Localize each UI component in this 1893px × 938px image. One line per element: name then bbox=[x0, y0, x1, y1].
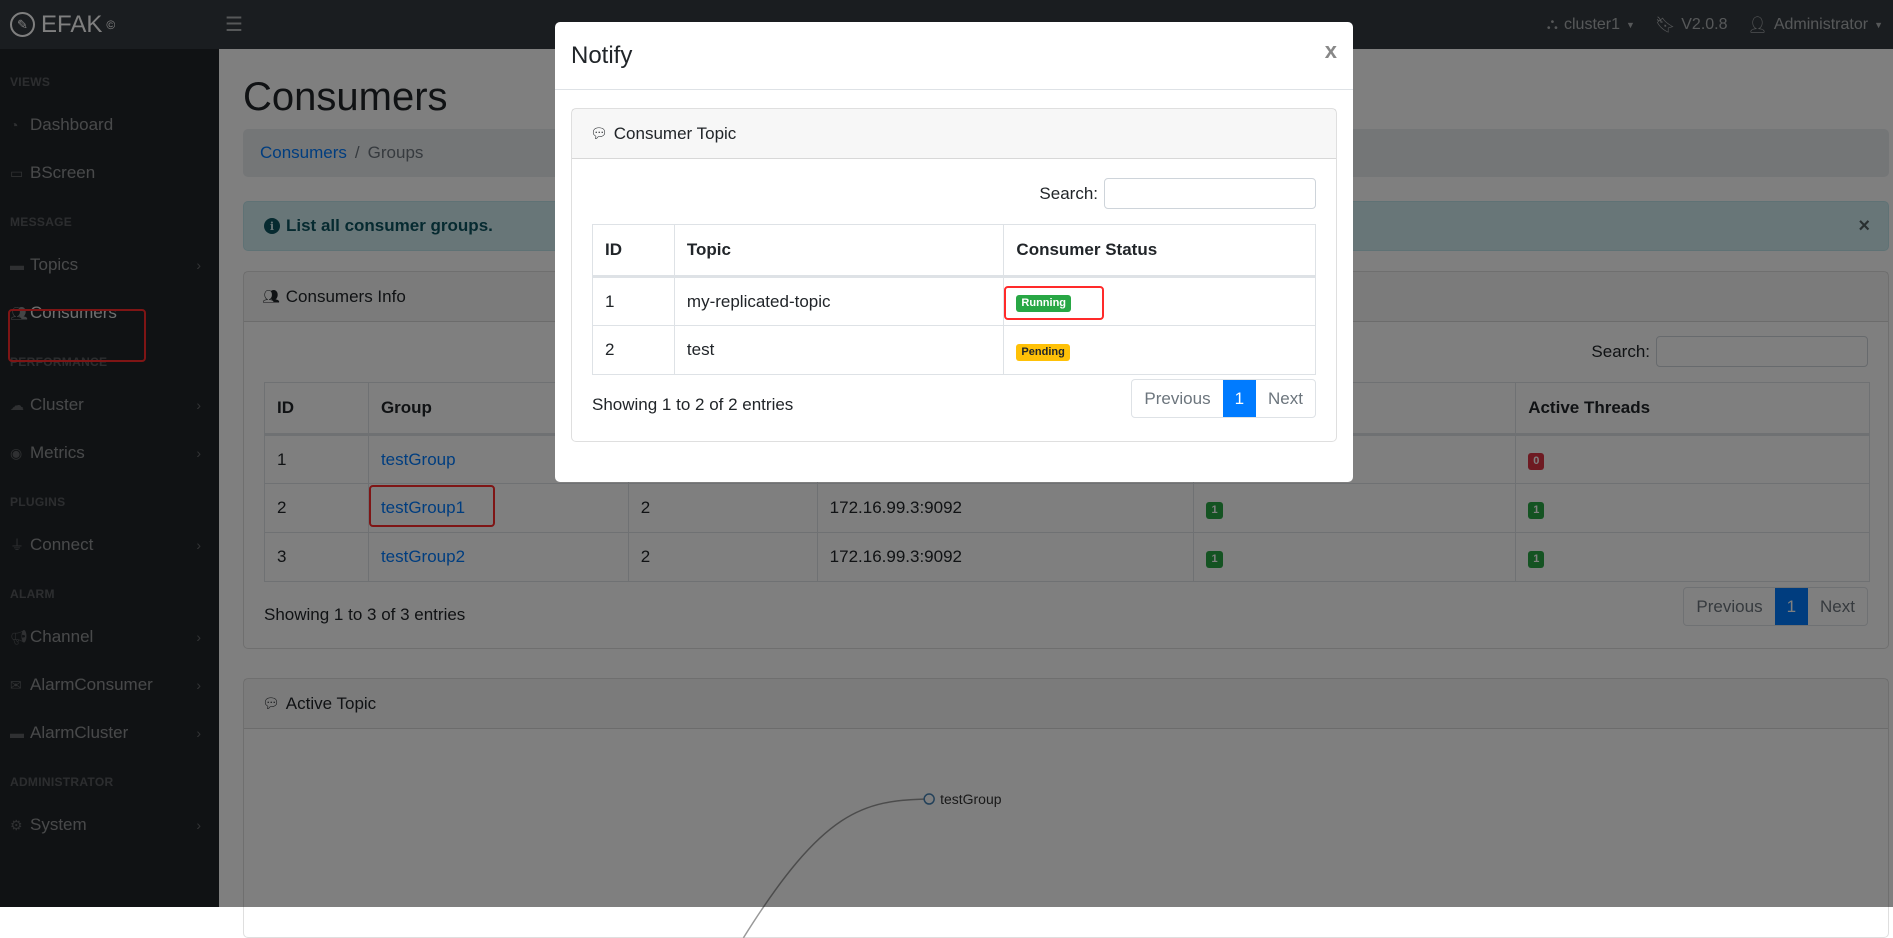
status-badge-pending: Pending bbox=[1016, 343, 1070, 361]
modal-search-input[interactable] bbox=[1104, 178, 1316, 209]
notify-modal: Notify x 💬︎ Consumer Topic Search: ID To… bbox=[555, 22, 1353, 482]
cell-id: 2 bbox=[592, 325, 675, 375]
modal-entries-info: Showing 1 to 2 of 2 entries bbox=[592, 395, 794, 414]
comments-icon: 💬︎ bbox=[590, 125, 608, 141]
consumer-topic-header: 💬︎ Consumer Topic bbox=[572, 109, 1336, 159]
table-row: 2 test Pending bbox=[592, 325, 1316, 375]
status-badge-running: Running bbox=[1016, 295, 1072, 312]
cell-topic: my-replicated-topic bbox=[673, 276, 1005, 326]
modal-pagination: Previous 1 Next bbox=[1131, 379, 1316, 418]
cell-id: 1 bbox=[592, 276, 675, 326]
column-header-id[interactable]: ID bbox=[592, 224, 675, 278]
table-header-row: ID Topic Consumer Status bbox=[592, 224, 1316, 278]
cell-status: Running bbox=[1003, 276, 1316, 326]
next-page-button[interactable]: Next bbox=[1256, 380, 1315, 417]
consumer-topic-table: ID Topic Consumer Status 1 my-replicated… bbox=[592, 224, 1316, 375]
modal-close-button[interactable]: x bbox=[1325, 38, 1337, 64]
modal-search: Search: bbox=[1039, 178, 1316, 209]
cell-topic: test bbox=[673, 325, 1005, 375]
table-row: 1 my-replicated-topic Running bbox=[592, 276, 1316, 326]
modal-header: Notify x bbox=[555, 22, 1353, 90]
page-1-button[interactable]: 1 bbox=[1222, 380, 1257, 417]
consumer-topic-card: 💬︎ Consumer Topic Search: ID Topic Consu… bbox=[571, 108, 1337, 442]
cell-status: Pending bbox=[1003, 325, 1316, 375]
search-label: Search: bbox=[1039, 183, 1098, 203]
column-header-consumer-status[interactable]: Consumer Status bbox=[1003, 224, 1316, 278]
consumer-topic-title: Consumer Topic bbox=[613, 123, 737, 143]
column-header-topic[interactable]: Topic bbox=[673, 224, 1005, 278]
previous-page-button[interactable]: Previous bbox=[1132, 380, 1222, 417]
modal-title: Notify bbox=[571, 41, 633, 69]
